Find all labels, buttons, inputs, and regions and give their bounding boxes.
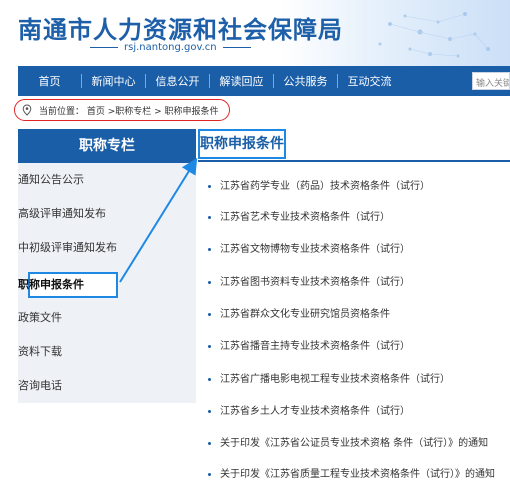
list-item[interactable]: 江苏省乡土人才专业技术资格条件（试行） — [208, 402, 410, 417]
list-item[interactable]: 江苏省图书资料专业技术资格条件（试行） — [208, 273, 410, 288]
location-pin-icon — [22, 104, 32, 116]
list-item[interactable]: 江苏省药学专业（药品）技术资格条件（试行） — [208, 177, 430, 192]
nav-item-interpret[interactable]: 解读回应 — [210, 73, 273, 89]
sidebar-item-policies[interactable]: 政策文件 — [0, 301, 178, 335]
list-item[interactable]: 江苏省群众文化专业研究馆员资格条件 — [208, 305, 390, 320]
bullet-icon — [208, 344, 211, 348]
nav-item-info[interactable]: 信息公开 — [146, 73, 209, 89]
section-divider — [198, 160, 510, 162]
bullet-icon — [208, 280, 211, 284]
sidebar-title: 职称专栏 — [18, 129, 196, 163]
list-item[interactable]: 江苏省播音主持专业技术资格条件（试行） — [208, 337, 410, 352]
site-title[interactable]: 南通市人力资源和社会保障局 — [18, 10, 343, 45]
bullet-icon — [208, 247, 211, 251]
bullet-icon — [208, 312, 211, 316]
bullet-icon — [208, 409, 211, 413]
section-title: 职称申报条件 — [198, 129, 286, 159]
site-url-row: rsj.nantong.gov.cn — [90, 42, 251, 53]
site-url: rsj.nantong.gov.cn — [124, 42, 217, 53]
bullet-icon — [208, 472, 211, 476]
list-item[interactable]: 关于印发《江苏省质量工程专业技术资格条件（试行）》的通知 — [208, 465, 495, 480]
url-divider — [90, 47, 118, 48]
url-divider — [222, 47, 251, 48]
list-item[interactable]: 江苏省艺术专业技术资格条件（试行） — [208, 208, 390, 223]
bullet-icon — [208, 215, 211, 219]
list-item[interactable]: 关于印发《江苏省公证员专业技术资格 条件（试行）》的通知 — [208, 434, 488, 449]
header-decoration — [378, 12, 490, 58]
bullet-icon — [208, 441, 211, 445]
sidebar-item-downloads[interactable]: 资料下载 — [0, 335, 178, 369]
sidebar-item-hotline[interactable]: 咨询电话 — [0, 369, 178, 403]
sidebar-item-conditions[interactable]: 职称申报条件 — [0, 268, 178, 302]
nav-item-home[interactable]: 首页 — [18, 73, 81, 89]
nav-item-news[interactable]: 新闻中心 — [82, 73, 145, 89]
list-item[interactable]: 江苏省文物博物专业技术资格条件（试行） — [208, 240, 410, 255]
sidebar-item-senior-review[interactable]: 高级评审通知发布 — [0, 197, 178, 231]
sidebar-item-junior-review[interactable]: 中初级评审通知发布 — [0, 231, 178, 265]
site-header: 南通市人力资源和社会保障局 rsj.nantong.gov.cn — [0, 0, 510, 66]
nav-item-service[interactable]: 公共服务 — [274, 73, 337, 89]
bullet-icon — [208, 377, 211, 381]
search-input[interactable]: 输入关键 — [472, 72, 510, 90]
sidebar-item-notices[interactable]: 通知公告公示 — [0, 163, 178, 197]
main-nav: 首页 新闻中心 信息公开 解读回应 公共服务 互动交流 输入关键 — [18, 66, 510, 96]
breadcrumb: 当前位置： 首页 >职称专栏 > 职称申报条件 — [14, 99, 230, 121]
list-item[interactable]: 江苏省广播电影电视工程专业技术资格条件（试行） — [208, 370, 450, 385]
breadcrumb-text[interactable]: 当前位置： 首页 >职称专栏 > 职称申报条件 — [39, 104, 219, 117]
bullet-icon — [208, 184, 211, 188]
nav-item-interact[interactable]: 互动交流 — [338, 73, 401, 89]
